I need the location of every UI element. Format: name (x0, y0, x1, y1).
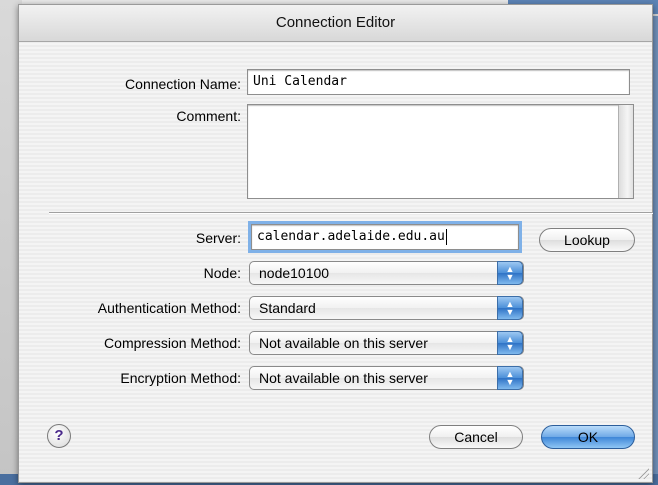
connection-name-field[interactable]: Uni Calendar (247, 69, 630, 95)
compression-method-value: Not available on this server (259, 335, 428, 351)
comment-label: Comment: (176, 108, 241, 124)
resize-grip-icon[interactable] (637, 467, 649, 479)
server-label: Server: (195, 230, 241, 246)
section-divider (49, 212, 653, 214)
encryption-method-popup[interactable]: Not available on this server ▲ ▼ (249, 366, 524, 390)
compression-method-popup[interactable]: Not available on this server ▲ ▼ (249, 331, 524, 355)
server-value: calendar.adelaide.edu.au (257, 229, 445, 244)
up-down-chevron-icon: ▲ ▼ (497, 261, 523, 285)
authentication-method-popup[interactable]: Standard ▲ ▼ (249, 296, 524, 320)
lookup-button[interactable]: Lookup (539, 228, 635, 252)
up-down-chevron-icon: ▲ ▼ (497, 296, 523, 320)
connection-name-label: Connection Name: (125, 76, 241, 92)
server-field[interactable]: calendar.adelaide.edu.au (251, 224, 519, 250)
encryption-method-label: Encryption Method: (120, 370, 241, 386)
comment-scrollbar[interactable] (618, 105, 633, 198)
comment-field[interactable] (247, 104, 634, 199)
authentication-method-value: Standard (259, 300, 316, 316)
node-popup[interactable]: node10100 ▲ ▼ (249, 261, 524, 285)
up-down-chevron-icon: ▲ ▼ (497, 366, 523, 390)
text-caret (445, 228, 447, 245)
question-mark-icon[interactable]: ? (47, 424, 71, 448)
node-label: Node: (203, 265, 241, 281)
connection-editor-dialog: Connection Editor Connection Name: Uni C… (18, 4, 653, 483)
up-down-chevron-icon: ▲ ▼ (497, 331, 523, 355)
authentication-method-label: Authentication Method: (97, 300, 241, 316)
compression-method-label: Compression Method: (104, 335, 241, 351)
cancel-button[interactable]: Cancel (429, 425, 523, 449)
dialog-title: Connection Editor (275, 14, 396, 31)
dialog-titlebar: Connection Editor (19, 5, 652, 42)
connection-name-value: Uni Calendar (253, 74, 347, 89)
ok-button[interactable]: OK (541, 425, 635, 449)
node-value: node10100 (259, 265, 330, 281)
encryption-method-value: Not available on this server (259, 370, 428, 386)
